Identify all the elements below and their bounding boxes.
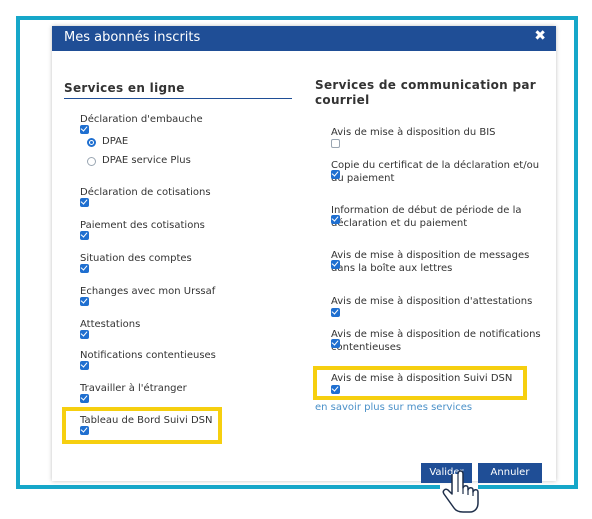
radio-label-dpae-service-plus: DPAE service Plus bbox=[102, 155, 191, 166]
item-label-avis-bis: Avis de mise à disposition du BIS bbox=[331, 127, 496, 138]
checkbox-avis-messages[interactable] bbox=[331, 260, 340, 269]
checkbox-avis-attestations[interactable] bbox=[331, 308, 340, 317]
online-services-heading: Services en ligne bbox=[64, 81, 185, 95]
item-label-avis-attestations: Avis de mise à disposition d'attestation… bbox=[331, 296, 533, 307]
radio-dpae-service-plus[interactable] bbox=[87, 157, 96, 166]
close-icon[interactable]: ✖ bbox=[534, 28, 546, 44]
outer-frame-bottom bbox=[16, 485, 440, 489]
item-label-declaration-embauche: Déclaration d'embauche bbox=[80, 114, 203, 125]
item-label-attestations: Attestations bbox=[80, 319, 141, 330]
item-label-declaration-cotisations: Déclaration de cotisations bbox=[80, 187, 211, 198]
item-label-avis-messages-line2: dans la boîte aux lettres bbox=[331, 263, 453, 274]
checkbox-attestations[interactable] bbox=[80, 330, 89, 339]
checkbox-avis-suivi-dsn[interactable] bbox=[331, 385, 340, 394]
item-label-travailler-etranger: Travailler à l'étranger bbox=[80, 383, 187, 394]
learn-more-link[interactable]: en savoir plus sur mes services bbox=[315, 402, 472, 413]
item-label-notifications-contentieuses: Notifications contentieuses bbox=[80, 350, 216, 361]
checkbox-copie-certificat[interactable] bbox=[331, 170, 340, 179]
checkbox-declaration-cotisations[interactable] bbox=[80, 198, 89, 207]
radio-dpae[interactable] bbox=[87, 138, 96, 147]
item-label-avis-messages: Avis de mise à disposition de messages bbox=[331, 250, 530, 261]
item-label-avis-suivi-dsn: Avis de mise à disposition Suivi DSN bbox=[331, 373, 513, 384]
item-label-avis-notifications: Avis de mise à disposition de notificati… bbox=[331, 329, 541, 340]
item-label-situation-comptes: Situation des comptes bbox=[80, 253, 192, 264]
item-label-copie-certificat-line2: du paiement bbox=[331, 173, 395, 184]
item-label-paiement-cotisations: Paiement des cotisations bbox=[80, 220, 205, 231]
dialog-titlebar: Mes abonnés inscrits ✖ bbox=[52, 26, 556, 51]
checkbox-travailler-etranger[interactable] bbox=[80, 394, 89, 403]
subscriptions-dialog: Mes abonnés inscrits ✖ Services en ligne… bbox=[52, 26, 556, 483]
pointer-hand-icon bbox=[442, 470, 479, 513]
checkbox-tableau-de-bord-suivi-dsn[interactable] bbox=[80, 426, 89, 435]
checkbox-echanges-urssaf[interactable] bbox=[80, 297, 89, 306]
item-label-information-debut-line2: déclaration et du paiement bbox=[331, 218, 468, 229]
item-label-echanges-urssaf: Echanges avec mon Urssaf bbox=[80, 286, 216, 297]
checkbox-information-debut[interactable] bbox=[331, 215, 340, 224]
checkbox-declaration-embauche[interactable] bbox=[80, 125, 89, 134]
online-services-underline bbox=[64, 98, 292, 99]
checkbox-situation-comptes[interactable] bbox=[80, 264, 89, 273]
item-label-tableau-de-bord-suivi-dsn: Tableau de Bord Suivi DSN bbox=[80, 415, 213, 426]
checkbox-notifications-contentieuses[interactable] bbox=[80, 361, 89, 370]
radio-label-dpae: DPAE bbox=[102, 136, 129, 147]
outer-frame-bottom-right bbox=[478, 485, 578, 489]
checkbox-avis-bis[interactable] bbox=[331, 139, 340, 148]
item-label-information-debut: Information de début de période de la bbox=[331, 205, 522, 216]
item-label-avis-notifications-line2: contentieuses bbox=[331, 342, 402, 353]
checkbox-paiement-cotisations[interactable] bbox=[80, 231, 89, 240]
cancel-button[interactable]: Annuler bbox=[478, 463, 542, 483]
checkbox-avis-notifications[interactable] bbox=[331, 339, 340, 348]
dialog-title: Mes abonnés inscrits bbox=[64, 30, 201, 45]
email-services-heading-line1: Services de communication par bbox=[315, 78, 537, 92]
item-label-copie-certificat: Copie du certificat de la déclaration et… bbox=[331, 160, 540, 171]
email-services-heading-line2: courriel bbox=[315, 93, 370, 107]
